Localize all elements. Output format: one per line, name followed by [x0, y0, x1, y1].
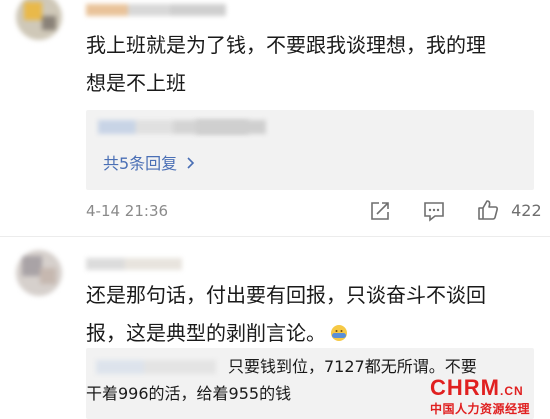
avatar[interactable]: [16, 0, 62, 40]
reply-text: 只要钱到位，7127都无所谓。不要 干着996的活，给着955的钱: [86, 353, 477, 407]
reply-text-line: 只要钱到位，7127都无所谓。不要: [228, 357, 477, 376]
view-replies-link[interactable]: 共5条回复: [103, 150, 196, 174]
cover-face-emoji: [331, 325, 347, 341]
share-icon[interactable]: [369, 200, 391, 222]
reply-preview: [196, 120, 266, 134]
comment-text: 还是那句话，付出要有回报，只谈奋斗不谈回 报，这是典型的剥削言论。: [86, 276, 536, 352]
divider: [0, 236, 550, 237]
expand-chevron-icon: [187, 157, 195, 169]
watermark-brand: CHRM: [430, 375, 500, 400]
like-button[interactable]: 422: [476, 198, 542, 224]
timestamp: 4-14 21:36: [86, 202, 169, 220]
like-count: 422: [511, 201, 542, 220]
comment-text-line: 我上班就是为了钱，不要跟我谈理想，我的理: [86, 33, 486, 57]
comment-text-line: 想是不上班: [86, 71, 186, 95]
username[interactable]: [86, 258, 182, 270]
comment-icon[interactable]: [423, 200, 445, 222]
reply-count-label: 共5条回复: [103, 154, 178, 173]
comment-text-line: 还是那句话，付出要有回报，只谈奋斗不谈回: [86, 283, 486, 307]
watermark-tagline: 中国人力资源经理: [430, 402, 531, 416]
watermark-domain: .CN: [500, 384, 524, 398]
comment-text-line: 报，这是典型的剥削言论。: [86, 321, 326, 345]
like-icon: [478, 200, 498, 220]
avatar[interactable]: [16, 250, 62, 296]
watermark-logo: CHRM.CN 中国人力资源经理: [430, 375, 542, 416]
comment-text: 我上班就是为了钱，不要跟我谈理想，我的理 想是不上班: [86, 26, 536, 102]
username[interactable]: [86, 4, 226, 16]
reply-text-line: 干着996的活，给着955的钱: [86, 384, 292, 403]
